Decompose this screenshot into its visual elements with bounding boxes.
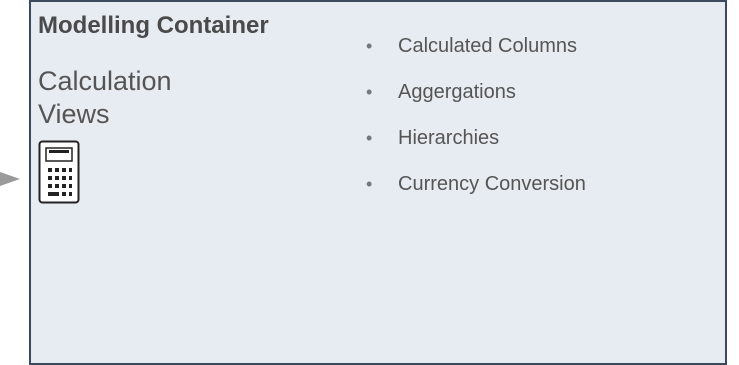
bullet: • bbox=[366, 36, 373, 56]
container-title: Modelling Container bbox=[38, 12, 269, 39]
bullet: • bbox=[366, 174, 373, 194]
feature-label: Hierarchies bbox=[398, 127, 500, 149]
calculation-views-label-line1: Calculation bbox=[38, 66, 172, 96]
list-item: • Aggergations bbox=[366, 80, 586, 104]
calculation-views-label-line2: Views bbox=[38, 99, 110, 129]
feature-label: Aggergations bbox=[398, 81, 516, 103]
calculator-icon bbox=[38, 140, 80, 204]
feature-list: • Calculated Columns • Aggergations • Hi… bbox=[366, 34, 586, 196]
bullet: • bbox=[366, 128, 373, 148]
arrow-right-icon bbox=[0, 172, 20, 186]
list-item: • Calculated Columns bbox=[366, 34, 586, 58]
bullet: • bbox=[366, 82, 373, 102]
list-item: • Hierarchies bbox=[366, 126, 586, 150]
feature-label: Calculated Columns bbox=[398, 35, 577, 57]
list-item: • Currency Conversion bbox=[366, 172, 586, 196]
feature-label: Currency Conversion bbox=[398, 173, 586, 195]
calculation-views-label: Calculation Views bbox=[38, 65, 172, 131]
